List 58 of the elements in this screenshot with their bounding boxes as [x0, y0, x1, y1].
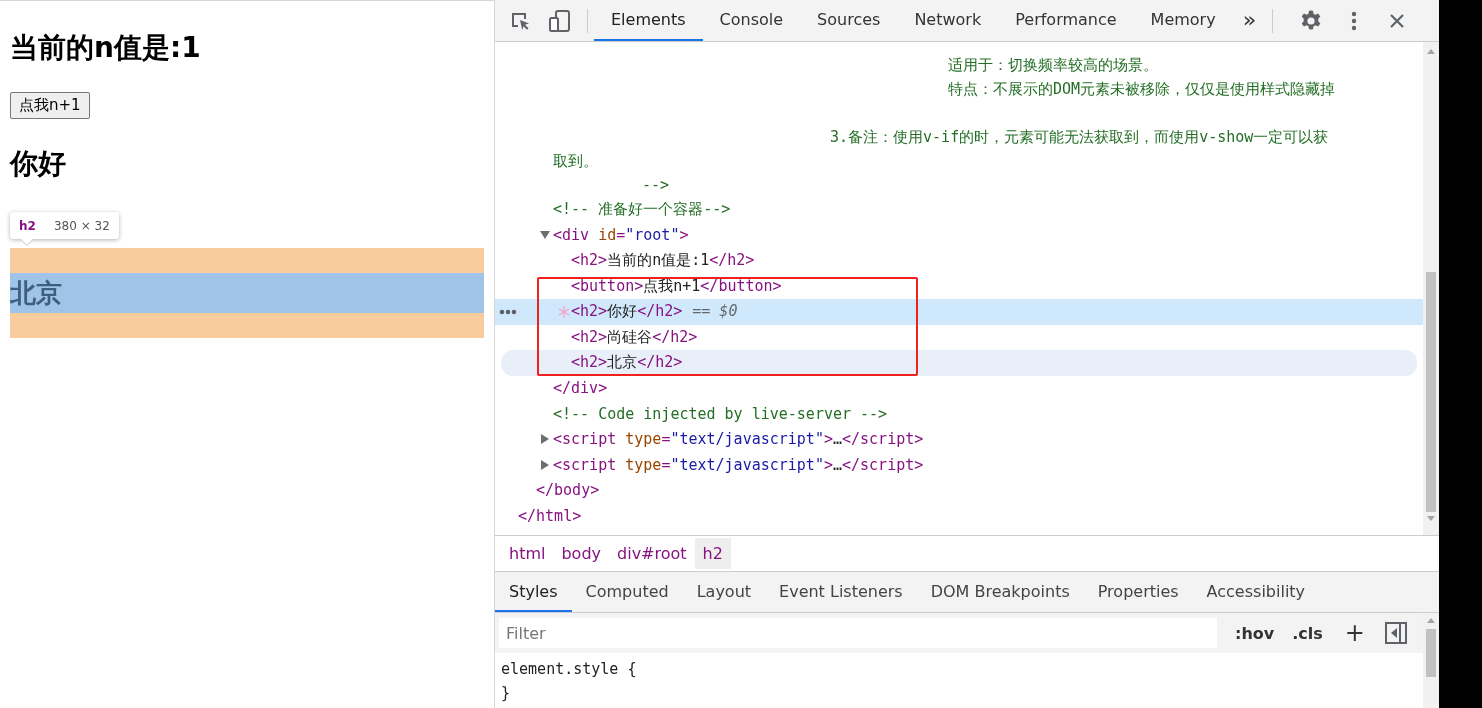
tooltip-size: 380 × 32 — [53, 218, 110, 233]
code-line: <h2>当前的n值是:1</h2> — [571, 251, 755, 271]
comment-line: 适用于：切换频率较高的场景。 — [948, 55, 1158, 76]
increment-button[interactable]: 点我n+1 — [10, 92, 90, 119]
device-toolbar-icon[interactable] — [549, 8, 571, 33]
comment-line: 取到。 — [553, 151, 598, 172]
code-line: <button>点我n+1</button> — [571, 276, 782, 296]
sidebar-tab[interactable]: DOM Breakpoints — [916, 573, 1084, 612]
sidebar-tab[interactable]: Properties — [1083, 573, 1193, 612]
breadcrumb[interactable]: body — [553, 538, 610, 569]
panel-tab[interactable]: Performance — [998, 0, 1134, 41]
new-rule-button[interactable]: + — [1344, 619, 1365, 647]
more-tabs-button[interactable]: » — [1232, 0, 1267, 41]
toggle-button[interactable]: .cls — [1292, 623, 1323, 643]
tooltip-tag: h2 — [19, 218, 36, 233]
code-line: <!-- 准备好一个容器--> — [553, 200, 731, 220]
toggle-button[interactable]: :hov — [1235, 623, 1275, 643]
scrollbar-thumb[interactable] — [1426, 629, 1436, 677]
code-line: <h2>尚硅谷</h2> — [571, 327, 698, 347]
page-heading: 当前的n值是:1 — [10, 32, 201, 64]
sidebar-tab[interactable]: Accessibility — [1192, 573, 1320, 612]
filter-field[interactable]: Filter — [499, 618, 1217, 648]
panel-tab[interactable]: Console — [702, 0, 801, 41]
breadcrumb[interactable]: h2 — [694, 538, 731, 569]
code-line: <h2>你好</h2> == $0 — [571, 302, 738, 322]
highlighted-heading: 北京 — [10, 273, 484, 313]
code-line: <h2>北京</h2> — [571, 353, 683, 373]
more-icon[interactable] — [499, 308, 517, 315]
code-line: <!-- Code injected by live-server --> — [553, 404, 888, 423]
scrollbar-thumb[interactable] — [1426, 272, 1436, 512]
css-rule-line: } — [501, 683, 511, 704]
code-line: <script type="text/javascript">…</script> — [553, 430, 924, 449]
sidebar-toggle-icon[interactable] — [1384, 622, 1407, 644]
code-line: <script type="text/javascript">…</script> — [553, 455, 924, 474]
breadcrumb[interactable]: div#root — [609, 538, 695, 569]
css-rule-line: element.style { — [501, 659, 637, 680]
close-icon[interactable] — [1389, 12, 1406, 29]
breadcrumb[interactable]: html — [501, 538, 554, 569]
panel-tab[interactable]: Network — [897, 0, 999, 41]
collapsed-triangle-icon[interactable] — [540, 434, 550, 445]
panel-tab[interactable]: Sources — [800, 0, 898, 41]
comment-line: 3.备注：使用v-if的时，元素可能无法获取到，而使用v-show一定可以获 — [830, 127, 1329, 148]
collapsed-triangle-icon[interactable] — [540, 459, 550, 470]
panel-tab[interactable]: Elements — [594, 0, 703, 41]
more-options-icon[interactable] — [1351, 10, 1358, 31]
expanded-triangle-icon[interactable] — [540, 230, 550, 241]
comment-line: 特点：不展示的DOM元素未被移除，仅仅是使用样式隐藏掉 — [948, 79, 1336, 100]
code-line: </body> — [536, 481, 600, 500]
code-line: </div> — [553, 379, 608, 398]
drag-handle-icon[interactable] — [559, 305, 569, 318]
sidebar-tab[interactable]: Computed — [571, 573, 683, 612]
panel-tab[interactable]: Memory — [1133, 0, 1233, 41]
comment-line: --> — [642, 175, 670, 196]
sidebar-tab[interactable]: Layout — [682, 573, 766, 612]
sidebar-tab[interactable]: Event Listeners — [765, 573, 917, 612]
greeting-heading: 你好 — [10, 148, 66, 180]
code-line: </html> — [518, 506, 582, 525]
code-line: <div id="root"> — [553, 226, 689, 245]
